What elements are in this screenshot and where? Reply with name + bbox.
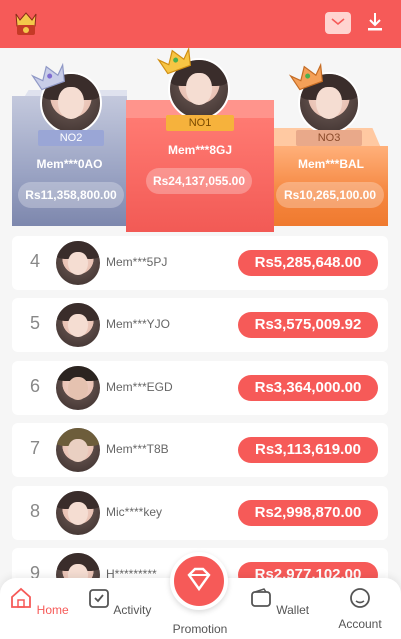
leaderboard-row[interactable]: 5 Mem***YJO Rs3,575,009.92 — [12, 298, 388, 352]
avatar — [56, 241, 100, 285]
row-rank: 4 — [30, 251, 41, 271]
row-name: Mic****key — [106, 505, 163, 519]
podium-first-amount: Rs24,137,055.00 — [146, 168, 252, 194]
bronze-crown-icon — [288, 62, 323, 91]
row-rank: 5 — [30, 313, 41, 333]
row-amount: Rs2,998,870.00 — [238, 500, 378, 526]
app-logo[interactable] — [14, 10, 38, 38]
rank-badge-third: NO3 — [296, 130, 362, 146]
avatar — [56, 303, 100, 347]
podium-second-amount: Rs11,358,800.00 — [18, 182, 124, 208]
leaderboard-row[interactable]: 4 Mem***5PJ Rs5,285,648.00 — [12, 236, 388, 290]
avatar — [56, 428, 100, 472]
home-icon — [11, 587, 32, 608]
podium-first-name: Mem***8GJ — [167, 143, 233, 157]
row-amount: Rs5,285,648.00 — [238, 250, 378, 276]
row-amount: Rs3,575,009.92 — [238, 312, 378, 338]
rank-badge-second: NO2 — [38, 130, 104, 146]
rank-badge-first: NO1 — [166, 115, 234, 131]
account-icon — [350, 588, 370, 608]
nav-activity[interactable]: Activity — [84, 586, 154, 617]
row-name: Mem***EGD — [106, 380, 173, 394]
top-bar — [0, 0, 401, 48]
nav-activity-label: Activity — [113, 603, 152, 617]
row-name: Mem***T8B — [106, 442, 169, 456]
podium-third-amount: Rs10,265,100.00 — [276, 182, 384, 208]
leaderboard-row[interactable]: 7 Mem***T8B Rs3,113,619.00 — [12, 423, 388, 477]
wallet-icon — [250, 588, 271, 607]
activity-icon — [88, 589, 109, 608]
mail-icon[interactable] — [325, 12, 351, 34]
row-rank: 7 — [30, 438, 41, 458]
gold-crown-icon — [156, 46, 191, 75]
nav-account-label: Account — [338, 617, 382, 631]
avatar — [56, 366, 100, 410]
leaderboard-row[interactable]: 8 Mic****key Rs2,998,870.00 — [12, 486, 388, 540]
row-rank: 8 — [30, 501, 41, 521]
nav-promotion-label: Promotion — [172, 622, 228, 636]
podium-second-name: Mem***0AO — [36, 157, 103, 171]
nav-home[interactable]: Home — [4, 586, 74, 617]
row-rank: 6 — [30, 376, 41, 396]
promotion-button[interactable] — [170, 552, 228, 610]
row-amount: Rs3,364,000.00 — [238, 375, 378, 401]
avatar — [56, 491, 100, 535]
nav-wallet[interactable]: Wallet — [244, 586, 314, 617]
nav-promotion[interactable]: Promotion — [165, 622, 235, 636]
row-amount: Rs3,113,619.00 — [238, 437, 378, 463]
row-name: Mem***YJO — [106, 317, 171, 331]
download-icon[interactable] — [363, 10, 387, 36]
diamond-icon — [187, 567, 211, 592]
nav-wallet-label: Wallet — [276, 603, 310, 617]
row-name: Mem***5PJ — [106, 255, 168, 269]
podium-third-name: Mem***BAL — [297, 157, 364, 171]
nav-home-label: Home — [36, 603, 69, 617]
nav-account[interactable]: Account — [325, 586, 395, 631]
silver-crown-icon — [30, 62, 65, 91]
leaderboard-row[interactable]: 6 Mem***EGD Rs3,364,000.00 — [12, 361, 388, 415]
